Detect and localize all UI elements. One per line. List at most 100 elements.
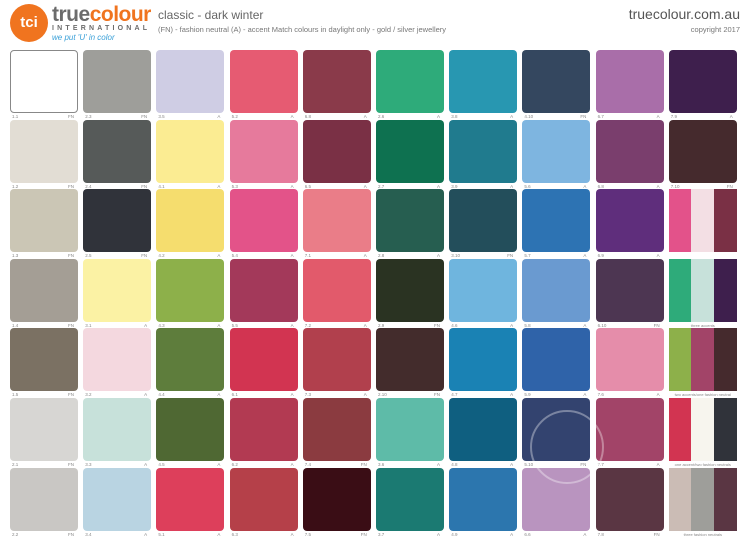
combination-stripe bbox=[668, 258, 692, 322]
swatch-code: 6.7 bbox=[597, 114, 604, 119]
colour-swatch bbox=[449, 467, 518, 531]
swatch-label: 3.4 A bbox=[83, 532, 151, 538]
colour-swatch-card: 5.4 A bbox=[229, 189, 298, 259]
swatch-code: 1.4 bbox=[12, 322, 19, 328]
colour-swatch bbox=[302, 467, 371, 531]
colour-swatch bbox=[449, 50, 518, 113]
colour-swatch bbox=[449, 398, 518, 461]
colour-swatch-card: 3.4 A bbox=[83, 467, 152, 538]
colour-swatch-card: 5.5 A bbox=[229, 258, 298, 329]
colour-swatch bbox=[668, 50, 737, 113]
colour-swatch bbox=[449, 328, 518, 392]
colour-swatch-card: 5.9 A bbox=[522, 328, 591, 398]
colour-swatch bbox=[595, 467, 664, 531]
swatch-type: FN bbox=[68, 114, 74, 119]
colour-swatch-card: 7.9 A bbox=[668, 50, 737, 120]
colour-swatch bbox=[302, 50, 371, 113]
colour-swatch-card: 2.7 A bbox=[376, 119, 444, 190]
colour-swatch-card: 4.8 A bbox=[449, 398, 518, 468]
swatch-type: FN bbox=[653, 322, 660, 328]
colour-combination: three fashion neutrals bbox=[668, 467, 737, 538]
swatch-code: 6.8 bbox=[304, 114, 312, 119]
colour-swatch-card: 7.5 FN bbox=[302, 467, 371, 538]
colour-swatch-card: 2.1 FN bbox=[10, 398, 78, 468]
colour-swatch-card: 5.2 A bbox=[229, 50, 298, 120]
colour-swatch-card: 3.10 FN bbox=[449, 189, 518, 259]
swatch-type: A bbox=[144, 462, 148, 467]
swatch-type: A bbox=[144, 322, 148, 328]
swatch-code: 3.5 bbox=[158, 114, 165, 119]
swatch-code: 6.6 bbox=[524, 531, 531, 537]
swatch-type: A bbox=[144, 531, 148, 537]
swatch-type: FN bbox=[434, 392, 440, 398]
colour-swatch bbox=[595, 50, 664, 113]
colour-swatch bbox=[229, 119, 298, 183]
swatch-type: A bbox=[144, 392, 148, 398]
colour-swatch-card: 7.1 A bbox=[302, 189, 371, 259]
website-link[interactable]: truecolour.com.au bbox=[629, 6, 740, 22]
colour-swatch-card: 5.3 A bbox=[229, 119, 298, 190]
colour-swatch-card: 1.2 FN bbox=[10, 119, 78, 190]
swatch-code: 5.10 bbox=[524, 462, 534, 467]
colour-swatch bbox=[522, 119, 591, 183]
swatch-code: 5.4 bbox=[231, 253, 238, 259]
swatch-code: 7.5 bbox=[304, 531, 312, 537]
swatch-type: A bbox=[363, 183, 367, 189]
colour-swatch bbox=[595, 258, 664, 322]
colour-swatch-card: 2.2 FN bbox=[10, 467, 78, 538]
swatch-code: 2.2 bbox=[12, 531, 19, 537]
combination-caption: two accents/one fashion neutral bbox=[674, 392, 731, 398]
swatch-type: A bbox=[436, 114, 440, 119]
swatch-type: A bbox=[510, 183, 514, 189]
swatch-code: 3.2 bbox=[85, 392, 92, 398]
swatch-type: A bbox=[583, 183, 587, 189]
colour-swatch bbox=[302, 258, 371, 322]
colour-swatch-card: 6.1 A bbox=[229, 328, 298, 398]
colour-swatch bbox=[156, 50, 225, 113]
colour-swatch-card: 3.8 A bbox=[449, 50, 518, 120]
swatch-code: 6.3 bbox=[231, 531, 238, 537]
colour-swatch-card: 6.5 A bbox=[302, 119, 371, 190]
swatch-type: A bbox=[656, 253, 660, 259]
colour-swatch bbox=[376, 398, 444, 461]
swatch-type: A bbox=[436, 253, 440, 259]
colour-swatch bbox=[229, 467, 298, 531]
swatch-label: 6.3 A bbox=[230, 532, 298, 538]
colour-swatch-card: 5.6 A bbox=[522, 119, 591, 190]
swatch-code: 5.2 bbox=[231, 114, 238, 119]
swatch-code: 7.8 bbox=[597, 531, 604, 537]
colour-swatch bbox=[229, 258, 298, 322]
colour-swatch-card: 3.3 A bbox=[83, 398, 152, 468]
swatch-code: 2.7 bbox=[378, 183, 385, 189]
copyright-text: copyright 2017 bbox=[690, 25, 740, 34]
colour-swatch-card: 4.6 A bbox=[449, 258, 518, 329]
colour-swatch bbox=[156, 328, 225, 392]
swatch-code: 6.5 bbox=[304, 183, 312, 189]
swatch-code: 2.1 bbox=[12, 462, 19, 467]
colour-swatch bbox=[156, 258, 225, 322]
colour-swatch bbox=[449, 189, 518, 253]
swatch-type: FN bbox=[507, 253, 514, 259]
colour-swatch-card: 3.2 A bbox=[83, 328, 152, 398]
swatch-code: 7.4 bbox=[304, 462, 312, 467]
colour-swatch bbox=[10, 258, 78, 322]
colour-swatch-card: 5.1 A bbox=[156, 467, 225, 538]
swatch-code: 7.6 bbox=[597, 392, 604, 398]
swatch-code: 3.1 bbox=[85, 322, 92, 328]
swatch-type: A bbox=[290, 531, 294, 537]
swatch-code: 4.3 bbox=[158, 322, 165, 328]
swatch-code: 7.3 bbox=[304, 392, 312, 398]
colour-swatch bbox=[10, 189, 78, 253]
colour-swatch bbox=[229, 398, 298, 461]
colour-swatch bbox=[595, 398, 664, 461]
colour-swatch-card: 1.5 FN bbox=[10, 328, 78, 398]
swatch-type: FN bbox=[141, 253, 148, 259]
colour-swatch bbox=[376, 189, 444, 253]
colour-swatch bbox=[668, 119, 737, 183]
combination-stripe bbox=[668, 467, 692, 531]
swatch-type: A bbox=[290, 114, 294, 119]
swatch-code: 4.7 bbox=[451, 392, 458, 398]
colour-swatch bbox=[156, 189, 225, 253]
swatch-type: A bbox=[729, 114, 733, 119]
colour-swatch-card: 3.6 A bbox=[376, 398, 444, 468]
